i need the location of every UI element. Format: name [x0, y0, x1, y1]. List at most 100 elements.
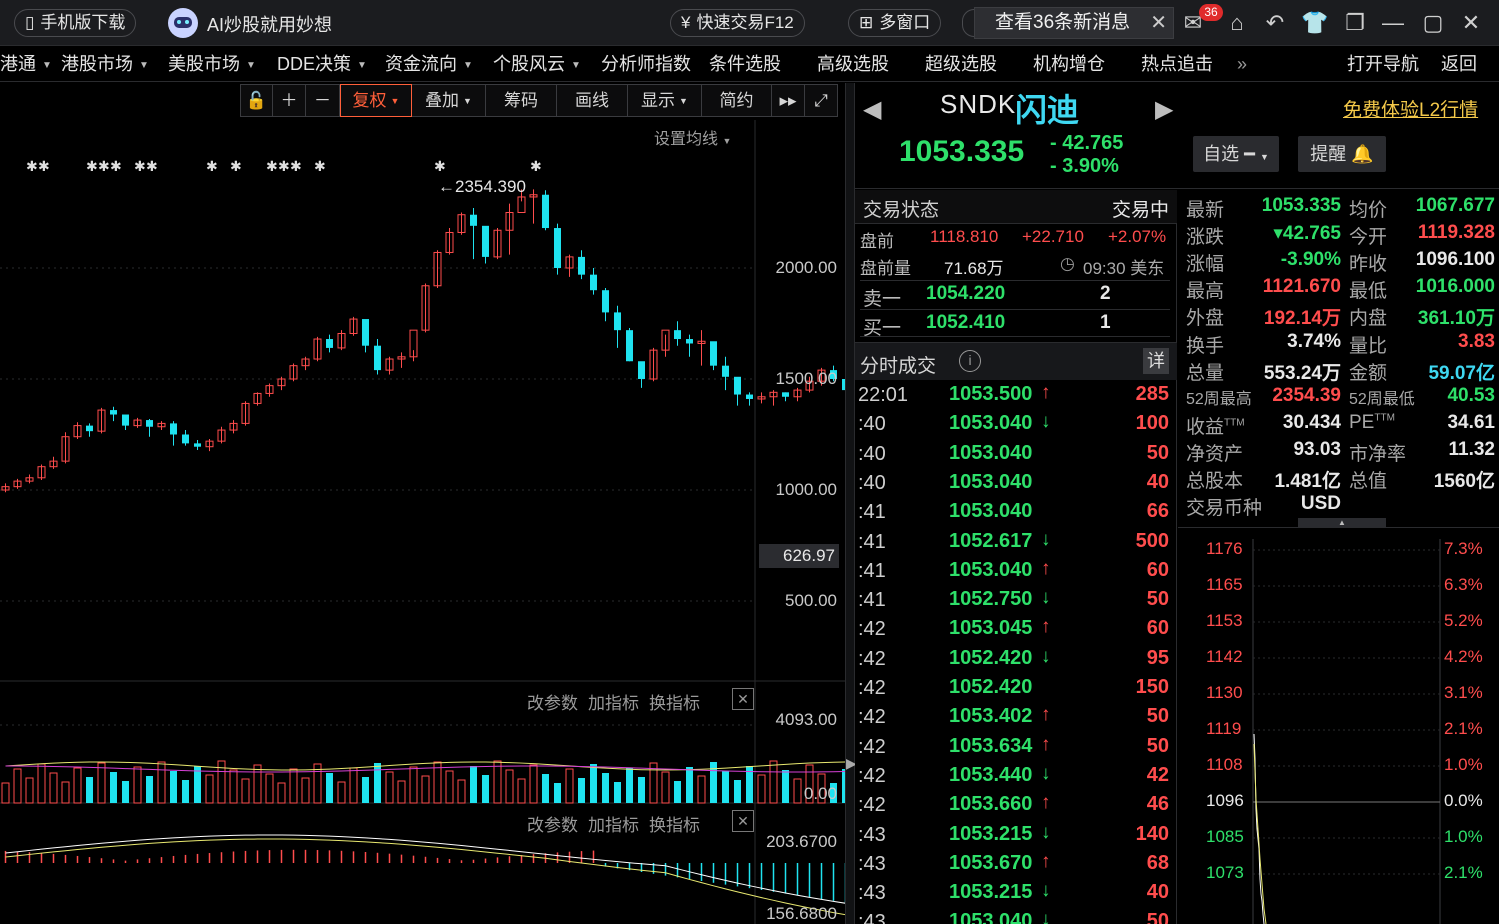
chips-button[interactable]: 筹码	[486, 84, 557, 117]
ai-robot-icon[interactable]	[168, 8, 198, 38]
arrow-down-icon: ↓	[1041, 411, 1051, 433]
tick-price: 1053.440	[949, 763, 1033, 786]
nav-item-advanced-select[interactable]: 高级选股	[817, 47, 889, 82]
restore-window-icon[interactable]: ❐	[1340, 8, 1370, 38]
mini-price-axis-label: 1096	[1206, 791, 1244, 810]
info-icon[interactable]: i	[959, 350, 981, 372]
minimize-icon[interactable]: —	[1378, 8, 1408, 38]
close-indicator-icon[interactable]: ✕	[732, 810, 754, 832]
volume-bar	[445, 770, 454, 804]
stat-label: 市净率	[1349, 443, 1407, 465]
ask-row[interactable]: 卖一 1054.220 2	[860, 280, 1170, 310]
tick-price: 1053.634	[949, 734, 1033, 757]
maximize-icon[interactable]: ▢	[1418, 8, 1448, 38]
watchlist-button[interactable]: 自选 ━ ▼	[1193, 136, 1279, 172]
nav-item-super-select[interactable]: 超级选股	[925, 47, 997, 82]
tick-price: 1053.670	[949, 851, 1033, 874]
nav-item-stock-news[interactable]: 个股风云 ▼	[493, 47, 581, 82]
event-star-icon: ✱	[278, 159, 290, 175]
tick-row: :41 1052.617 ↓ 500	[855, 528, 1177, 557]
switch-indicator-button[interactable]: 换指标	[649, 694, 700, 713]
kline-chart[interactable]: ✱ ✱ ✱ ✱ ✱ ✱ ✱ ✱ ✱ ✱ ✱ ✱ ✱ ✱ ✱	[0, 83, 845, 924]
prev-stock-arrow-icon[interactable]: ◀	[863, 95, 881, 124]
kline-chart-panel[interactable]: ✱ ✱ ✱ ✱ ✱ ✱ ✱ ✱ ✱ ✱ ✱ ✱ ✱ ✱ ✱ 🔓 ＋ － 复权 ▼ 叠加 ▼ 筹码 画线 显示 ▼ …	[0, 83, 845, 924]
nav-item-institution[interactable]: 机构增仓	[1033, 47, 1105, 82]
ask-volume: 2	[1100, 283, 1111, 304]
nav-item-analyst-index[interactable]: 分析师指数	[601, 47, 691, 82]
nav-more-button[interactable]: »	[1237, 47, 1247, 82]
intraday-mini-chart[interactable]: 1176 7.3% 1165 6.3% 1153 5.2% 1142 4.2% 1130 3.1%…	[1178, 529, 1499, 924]
multi-window-button[interactable]: ⊞ 多窗口	[848, 9, 942, 37]
nav-item-hk-market[interactable]: 港股市场 ▼	[61, 47, 149, 82]
volume-bar	[554, 783, 561, 803]
ma-setting-button[interactable]: 设置均线 ▼	[654, 125, 731, 149]
close-indicator-icon[interactable]: ✕	[732, 688, 754, 710]
volume-bar	[61, 781, 70, 804]
tick-volume: 50	[1146, 441, 1169, 464]
volume-bar	[542, 774, 549, 803]
close-icon[interactable]: ✕	[1150, 8, 1167, 38]
tick-time: :42	[858, 647, 886, 670]
nav-label: 机构增仓	[1033, 54, 1105, 74]
ticks-detail-button[interactable]: 详	[1143, 348, 1169, 374]
overlay-button[interactable]: 叠加 ▼	[412, 84, 486, 117]
fullscreen-icon[interactable]: ⤢	[805, 84, 838, 117]
stat-value: 192.14万	[1263, 308, 1341, 330]
tick-row: :43 1053.215 ↓ 140	[855, 821, 1177, 850]
add-indicator-button[interactable]: 加指标	[588, 694, 639, 713]
switch-indicator-button[interactable]: 换指标	[649, 816, 700, 835]
new-messages-bar[interactable]: 查看36条新消息 ✕	[974, 7, 1174, 39]
nav-item-hot-chase[interactable]: 热点追击	[1141, 47, 1213, 82]
tick-volume: 50	[1146, 910, 1169, 924]
nav-item-us-market[interactable]: 美股市场 ▼	[168, 47, 256, 82]
zoom-out-icon[interactable]: －	[306, 84, 340, 117]
display-button[interactable]: 显示 ▼	[628, 84, 702, 117]
undo-icon[interactable]: ↶	[1260, 8, 1290, 38]
nav-item-condition-select[interactable]: 条件选股	[709, 47, 781, 82]
volume-bar	[385, 771, 394, 804]
panel-splitter[interactable]: ▶	[845, 83, 857, 924]
nav-item-dde[interactable]: DDE决策 ▼	[277, 47, 367, 82]
volume-axis-label: 4093.00	[775, 710, 837, 729]
open-nav-button[interactable]: 打开导航	[1347, 47, 1419, 82]
fuquan-label: 复权	[352, 91, 387, 110]
chevron-down-icon: ▼	[246, 59, 256, 71]
volume-bar	[25, 777, 34, 804]
tick-time: :42	[858, 706, 886, 729]
watchlist-label: 自选	[1203, 144, 1240, 164]
nav-item-hk-connect[interactable]: 港通 ▼	[0, 47, 52, 82]
volume-bar	[229, 769, 238, 804]
unlock-icon[interactable]: 🔓	[240, 84, 273, 117]
draw-line-button[interactable]: 画线	[557, 84, 628, 117]
fast-forward-icon[interactable]: ▸▸	[772, 84, 805, 117]
simple-mode-button[interactable]: 简约	[702, 84, 772, 117]
edit-params-button[interactable]: 改参数	[527, 816, 578, 835]
zoom-in-icon[interactable]: ＋	[273, 84, 306, 117]
l2-trial-link[interactable]: 免费体验L2行情	[1343, 95, 1478, 122]
window-close-icon[interactable]: ✕	[1456, 8, 1486, 38]
volume-bar	[110, 772, 117, 803]
volume-bar	[13, 768, 22, 804]
collapse-stats-button[interactable]: ▲	[1298, 518, 1386, 527]
add-indicator-button[interactable]: 加指标	[588, 816, 639, 835]
stat-value: 40.53	[1447, 384, 1495, 406]
chart-toolbar: 🔓 ＋ － 复权 ▼ 叠加 ▼ 筹码 画线 显示 ▼ 简约 ▸▸ ⤢	[240, 84, 838, 117]
candle-body	[638, 361, 645, 379]
fuquan-button[interactable]: 复权 ▼	[340, 84, 412, 117]
arrow-up-icon: ↑	[1041, 704, 1051, 726]
edit-params-button[interactable]: 改参数	[527, 694, 578, 713]
stat-label: 交易币种	[1186, 498, 1263, 520]
mobile-download-button[interactable]: ▯ 手机版下载	[14, 9, 137, 37]
bid-row[interactable]: 买一 1052.410 1	[860, 309, 1170, 339]
stat-value: -3.90%	[1280, 249, 1341, 271]
home-icon[interactable]: ⌂	[1222, 8, 1252, 38]
fast-trade-button[interactable]: ¥ 快速交易F12	[670, 9, 805, 37]
nav-item-fund-flow[interactable]: 资金流向 ▼	[385, 47, 473, 82]
next-stock-arrow-icon[interactable]: ▶	[1155, 95, 1173, 124]
ai-slogan-link[interactable]: AI炒股就用妙想	[207, 11, 332, 37]
alert-button[interactable]: 提醒 🔔	[1298, 136, 1386, 172]
volume-bar	[602, 773, 609, 803]
shirt-icon[interactable]: 👕	[1300, 8, 1330, 38]
back-button[interactable]: 返回	[1441, 47, 1477, 82]
volume-bar	[97, 762, 106, 804]
